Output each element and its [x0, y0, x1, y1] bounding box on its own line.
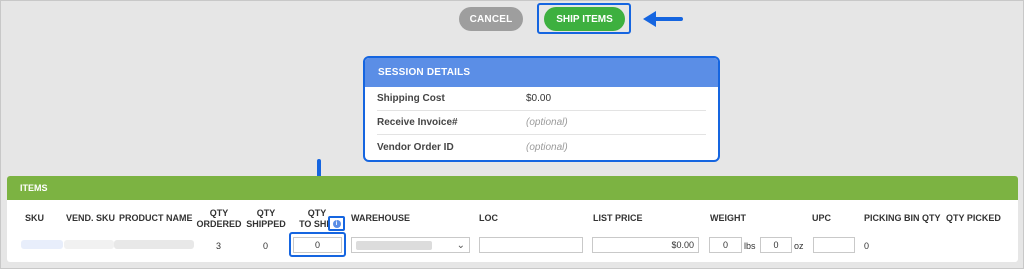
col-header-qty-shipped: QTY SHIPPED	[243, 208, 289, 230]
col-header-qty-ordered-line1: QTY	[209, 208, 229, 218]
col-header-qty-ordered-line2: ORDERED	[196, 219, 242, 229]
oz-unit-label: oz	[794, 241, 804, 251]
ship-items-button[interactable]: SHIP ITEMS	[544, 7, 625, 31]
chevron-down-icon: ⌄	[456, 240, 465, 251]
weight-lbs-input[interactable]: 0	[709, 237, 742, 253]
col-header-weight: WEIGHT	[710, 213, 746, 223]
receive-invoice-row: Receive Invoice# (optional)	[377, 111, 706, 135]
qty-to-ship-input[interactable]: 0	[293, 237, 342, 253]
info-icon[interactable]: i	[332, 219, 341, 228]
receive-invoice-label: Receive Invoice#	[377, 117, 458, 128]
list-price-input[interactable]: $0.00	[592, 237, 699, 253]
qty-shipped-value: 0	[263, 241, 269, 251]
weight-oz-input[interactable]: 0	[760, 237, 792, 253]
info-icon-highlight[interactable]: i	[328, 216, 345, 231]
vendor-order-id-label: Vendor Order ID	[377, 141, 454, 153]
session-details-panel: SESSION DETAILS Shipping Cost $0.00 Rece…	[363, 56, 720, 162]
lbs-unit-label: lbs	[744, 241, 756, 251]
loc-input[interactable]	[479, 237, 583, 253]
upc-input[interactable]	[813, 237, 855, 253]
col-header-loc: LOC	[479, 213, 498, 223]
shipping-cost-row: Shipping Cost $0.00	[377, 87, 706, 111]
col-header-warehouse: WAREHOUSE	[351, 213, 411, 223]
col-header-upc: UPC	[812, 213, 832, 223]
shipping-cost-field[interactable]: $0.00	[526, 93, 551, 104]
warehouse-select[interactable]: ⌄	[351, 237, 470, 253]
col-header-qty-shipped-line2: SHIPPED	[246, 219, 286, 229]
cancel-button[interactable]: CANCEL	[459, 7, 523, 31]
warehouse-value-redacted	[356, 241, 432, 250]
picking-bin-qty-value: 0	[864, 241, 870, 251]
col-header-qty-picked: QTY PICKED	[946, 213, 1001, 223]
sku-value-redacted	[21, 240, 63, 249]
receive-invoice-field[interactable]: (optional)	[526, 117, 568, 128]
vendor-order-id-field[interactable]: (optional)	[526, 142, 568, 153]
col-header-product-name: PRODUCT NAME	[119, 213, 193, 223]
arrow-left-icon	[643, 11, 683, 27]
col-header-list-price: LIST PRICE	[593, 213, 643, 223]
vend-sku-value-redacted	[64, 240, 114, 249]
qty-ordered-value: 3	[216, 241, 222, 251]
product-name-value-redacted	[114, 240, 194, 249]
col-header-sku: SKU	[25, 213, 45, 223]
col-header-qty-shipped-line1: QTY	[256, 208, 276, 218]
col-header-vend-sku: VEND. SKU	[66, 213, 116, 223]
col-header-qty-ordered: QTY ORDERED	[196, 208, 242, 230]
shipping-cost-label: Shipping Cost	[377, 93, 445, 104]
vendor-order-id-row: Vendor Order ID (optional)	[377, 135, 706, 159]
items-title: ITEMS	[7, 176, 1018, 200]
col-header-picking-bin-qty: PICKING BIN QTY	[864, 213, 941, 223]
session-details-title: SESSION DETAILS	[365, 58, 718, 87]
